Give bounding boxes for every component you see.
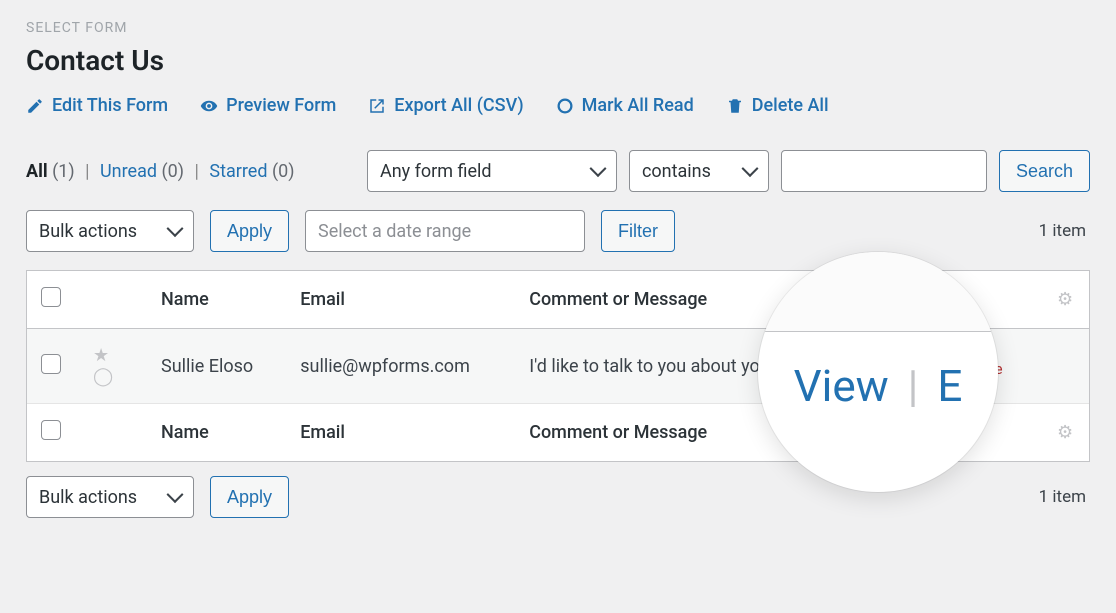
apply-button-bottom[interactable]: Apply <box>210 476 289 518</box>
gear-icon[interactable]: ⚙ <box>1057 289 1073 310</box>
edit-form-label: Edit This Form <box>52 95 168 116</box>
date-range-input[interactable]: Select a date range <box>305 210 585 252</box>
field-select-value: Any form field <box>380 161 492 182</box>
status-all-count: (1) <box>52 161 75 182</box>
status-filter: All (1) | Unread (0) | Starred (0) <box>26 161 295 182</box>
trash-icon <box>726 97 744 115</box>
status-unread[interactable]: Unread <box>100 161 157 182</box>
status-starred-count: (0) <box>272 161 295 182</box>
mark-all-read-label: Mark All Read <box>582 95 694 116</box>
bulk-actions-value-top: Bulk actions <box>39 221 137 242</box>
row-checkbox[interactable] <box>41 354 61 374</box>
col-name-footer[interactable]: Name <box>147 404 286 462</box>
col-email[interactable]: Email <box>286 271 515 329</box>
bulk-actions-select-bottom[interactable]: Bulk actions <box>26 476 194 518</box>
col-email-footer[interactable]: Email <box>286 404 515 462</box>
delete-all-label: Delete All <box>752 95 829 116</box>
eye-icon <box>200 97 218 115</box>
export-csv-label: Export All (CSV) <box>394 95 523 116</box>
apply-button-top[interactable]: Apply <box>210 210 289 252</box>
magnifier-overlay: View | E <box>758 252 998 492</box>
field-select[interactable]: Any form field <box>367 150 617 192</box>
pencil-icon <box>26 97 44 115</box>
mark-all-read-button[interactable]: Mark All Read <box>556 95 694 116</box>
star-icon[interactable]: ★ <box>93 345 109 366</box>
preview-form-label: Preview Form <box>226 95 336 116</box>
magnifier-edit-initial: E <box>937 360 962 412</box>
edit-form-button[interactable]: Edit This Form <box>26 95 168 116</box>
status-unread-count: (0) <box>162 161 185 182</box>
status-all[interactable]: All <box>26 161 48 182</box>
search-button[interactable]: Search <box>999 150 1090 192</box>
form-actions-bar: Edit This Form Preview Form Export All (… <box>26 95 1090 132</box>
select-all-checkbox-bottom[interactable] <box>41 420 61 440</box>
export-csv-button[interactable]: Export All (CSV) <box>368 95 523 116</box>
item-count-bottom: 1 item <box>1039 487 1090 507</box>
magnifier-view: View <box>794 360 889 412</box>
condition-select[interactable]: contains <box>629 150 769 192</box>
bulk-actions-value-bottom: Bulk actions <box>39 487 137 508</box>
select-form-label: SELECT FORM <box>26 20 1090 36</box>
select-all-checkbox-top[interactable] <box>41 287 61 307</box>
page-title: Contact Us <box>26 44 1090 77</box>
delete-all-button[interactable]: Delete All <box>726 95 829 116</box>
filter-button[interactable]: Filter <box>601 210 675 252</box>
export-icon <box>368 97 386 115</box>
status-starred[interactable]: Starred <box>209 161 267 182</box>
gear-icon-footer[interactable]: ⚙ <box>1057 422 1073 443</box>
row-email: sullie@wpforms.com <box>286 329 515 404</box>
item-count-top: 1 item <box>1039 221 1090 241</box>
bulk-actions-select-top[interactable]: Bulk actions <box>26 210 194 252</box>
col-name[interactable]: Name <box>147 271 286 329</box>
date-range-placeholder: Select a date range <box>318 221 471 242</box>
condition-select-value: contains <box>642 161 711 182</box>
search-input[interactable] <box>781 150 987 192</box>
circle-icon <box>556 97 574 115</box>
preview-form-button[interactable]: Preview Form <box>200 95 336 116</box>
read-indicator-icon[interactable]: ◯ <box>93 366 113 387</box>
row-name: Sullie Eloso <box>147 329 286 404</box>
